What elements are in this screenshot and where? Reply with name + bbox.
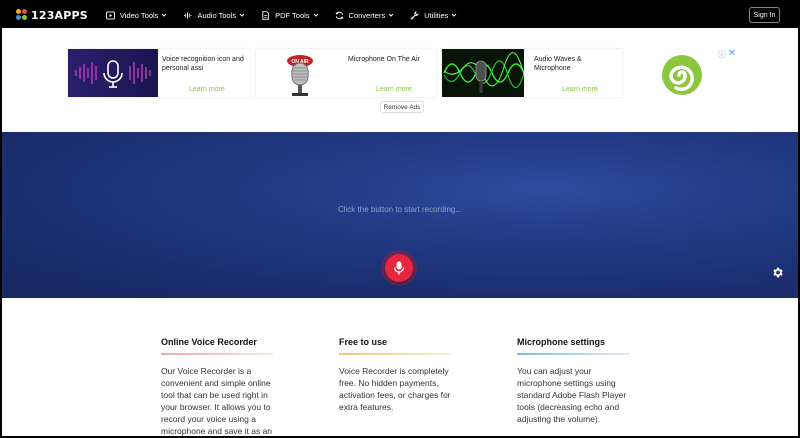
column-text: You can adjust your microphone settings …	[517, 366, 627, 424]
microphone-icon	[393, 261, 405, 275]
logo[interactable]: 123APPS	[16, 9, 88, 22]
column-divider	[339, 353, 451, 355]
ad-close-icon[interactable]: ✕	[728, 48, 736, 59]
ad-logo-spiral-icon	[662, 55, 702, 95]
pdf-icon	[262, 10, 270, 20]
chevron-down-icon	[162, 13, 167, 17]
column-text: Voice Recorder is completely free. No hi…	[339, 366, 451, 412]
ad-image-audio-waves	[442, 49, 524, 97]
menu-converters[interactable]: Converters	[335, 11, 395, 20]
logo-dots-icon	[16, 9, 28, 21]
menu-label: PDF Tools	[275, 10, 310, 20]
ad-learn-more-link[interactable]: Learn more	[562, 86, 598, 93]
recorder-panel: Click the button to start recording...	[2, 132, 798, 298]
audio-icon	[184, 11, 192, 19]
ad-image-voice-recognition	[68, 49, 158, 97]
chevron-down-icon	[452, 13, 457, 17]
converters-icon	[335, 11, 344, 19]
ad-item[interactable]: ⓘ ✕	[628, 48, 738, 97]
column-title: Microphone settings	[517, 337, 606, 347]
menu-pdf-tools[interactable]: PDF Tools	[261, 11, 318, 20]
ad-info-icon[interactable]: ⓘ	[718, 49, 726, 60]
remove-ads-button[interactable]: Remove Ads	[380, 101, 424, 113]
ad-image-microphone-on-air: ON AIR	[256, 49, 342, 97]
column-text: Our Voice Recorder is a convenient and s…	[161, 366, 273, 436]
top-navbar: 123APPS Video Tools Audio Tools PDF Tool…	[2, 2, 798, 28]
record-prompt: Click the button to start recording...	[337, 205, 463, 214]
column-title: Free to use	[339, 337, 388, 347]
menu-label: Utilities	[424, 10, 449, 20]
gear-icon[interactable]	[771, 266, 784, 279]
ad-item[interactable]: ON AIR Microphone On The Air Learn more	[256, 49, 436, 97]
page: 123APPS Video Tools Audio Tools PDF Tool…	[2, 2, 798, 436]
video-icon	[105, 10, 115, 20]
chevron-down-icon	[313, 13, 318, 17]
menu-utilities[interactable]: Utilities	[410, 11, 457, 20]
record-button[interactable]	[385, 254, 413, 282]
menu-label: Video Tools	[119, 10, 159, 20]
column-divider	[161, 353, 273, 355]
ad-learn-more-link[interactable]: Learn more	[376, 86, 412, 93]
chevron-down-icon	[388, 13, 394, 17]
info-column-free-to-use: Free to use Voice Recorder is completely…	[339, 337, 459, 413]
utilities-icon	[410, 10, 420, 20]
sign-in-button[interactable]: Sign In	[749, 7, 780, 23]
logo-text: 123APPS	[31, 8, 88, 22]
ad-learn-more-link[interactable]: Learn more	[189, 86, 225, 93]
menu-label: Audio Tools	[197, 10, 237, 20]
chevron-down-icon	[239, 13, 245, 17]
menu-video-tools[interactable]: Video Tools	[105, 10, 168, 20]
ad-item[interactable]: Voice recognition icon and personal assi…	[68, 49, 250, 97]
ad-title: Microphone On The Air	[348, 56, 420, 63]
main-menu: Video Tools Audio Tools PDF Tools Conver…	[105, 10, 473, 20]
column-divider	[517, 353, 629, 355]
ad-item[interactable]: Audio Waves & Microphone Learn more	[442, 49, 622, 97]
column-title: Online Voice Recorder	[161, 337, 257, 347]
ad-title: Voice recognition icon and personal assi	[162, 56, 244, 72]
menu-label: Converters	[348, 10, 386, 20]
menu-audio-tools[interactable]: Audio Tools	[183, 11, 245, 20]
ad-banner: Voice recognition icon and personal assi…	[68, 48, 738, 99]
info-column-microphone-settings: Microphone settings You can adjust your …	[517, 337, 637, 425]
info-column-online-voice-recorder: Online Voice Recorder Our Voice Recorder…	[161, 337, 281, 436]
ad-title: Audio Waves & Microphone	[534, 56, 582, 72]
